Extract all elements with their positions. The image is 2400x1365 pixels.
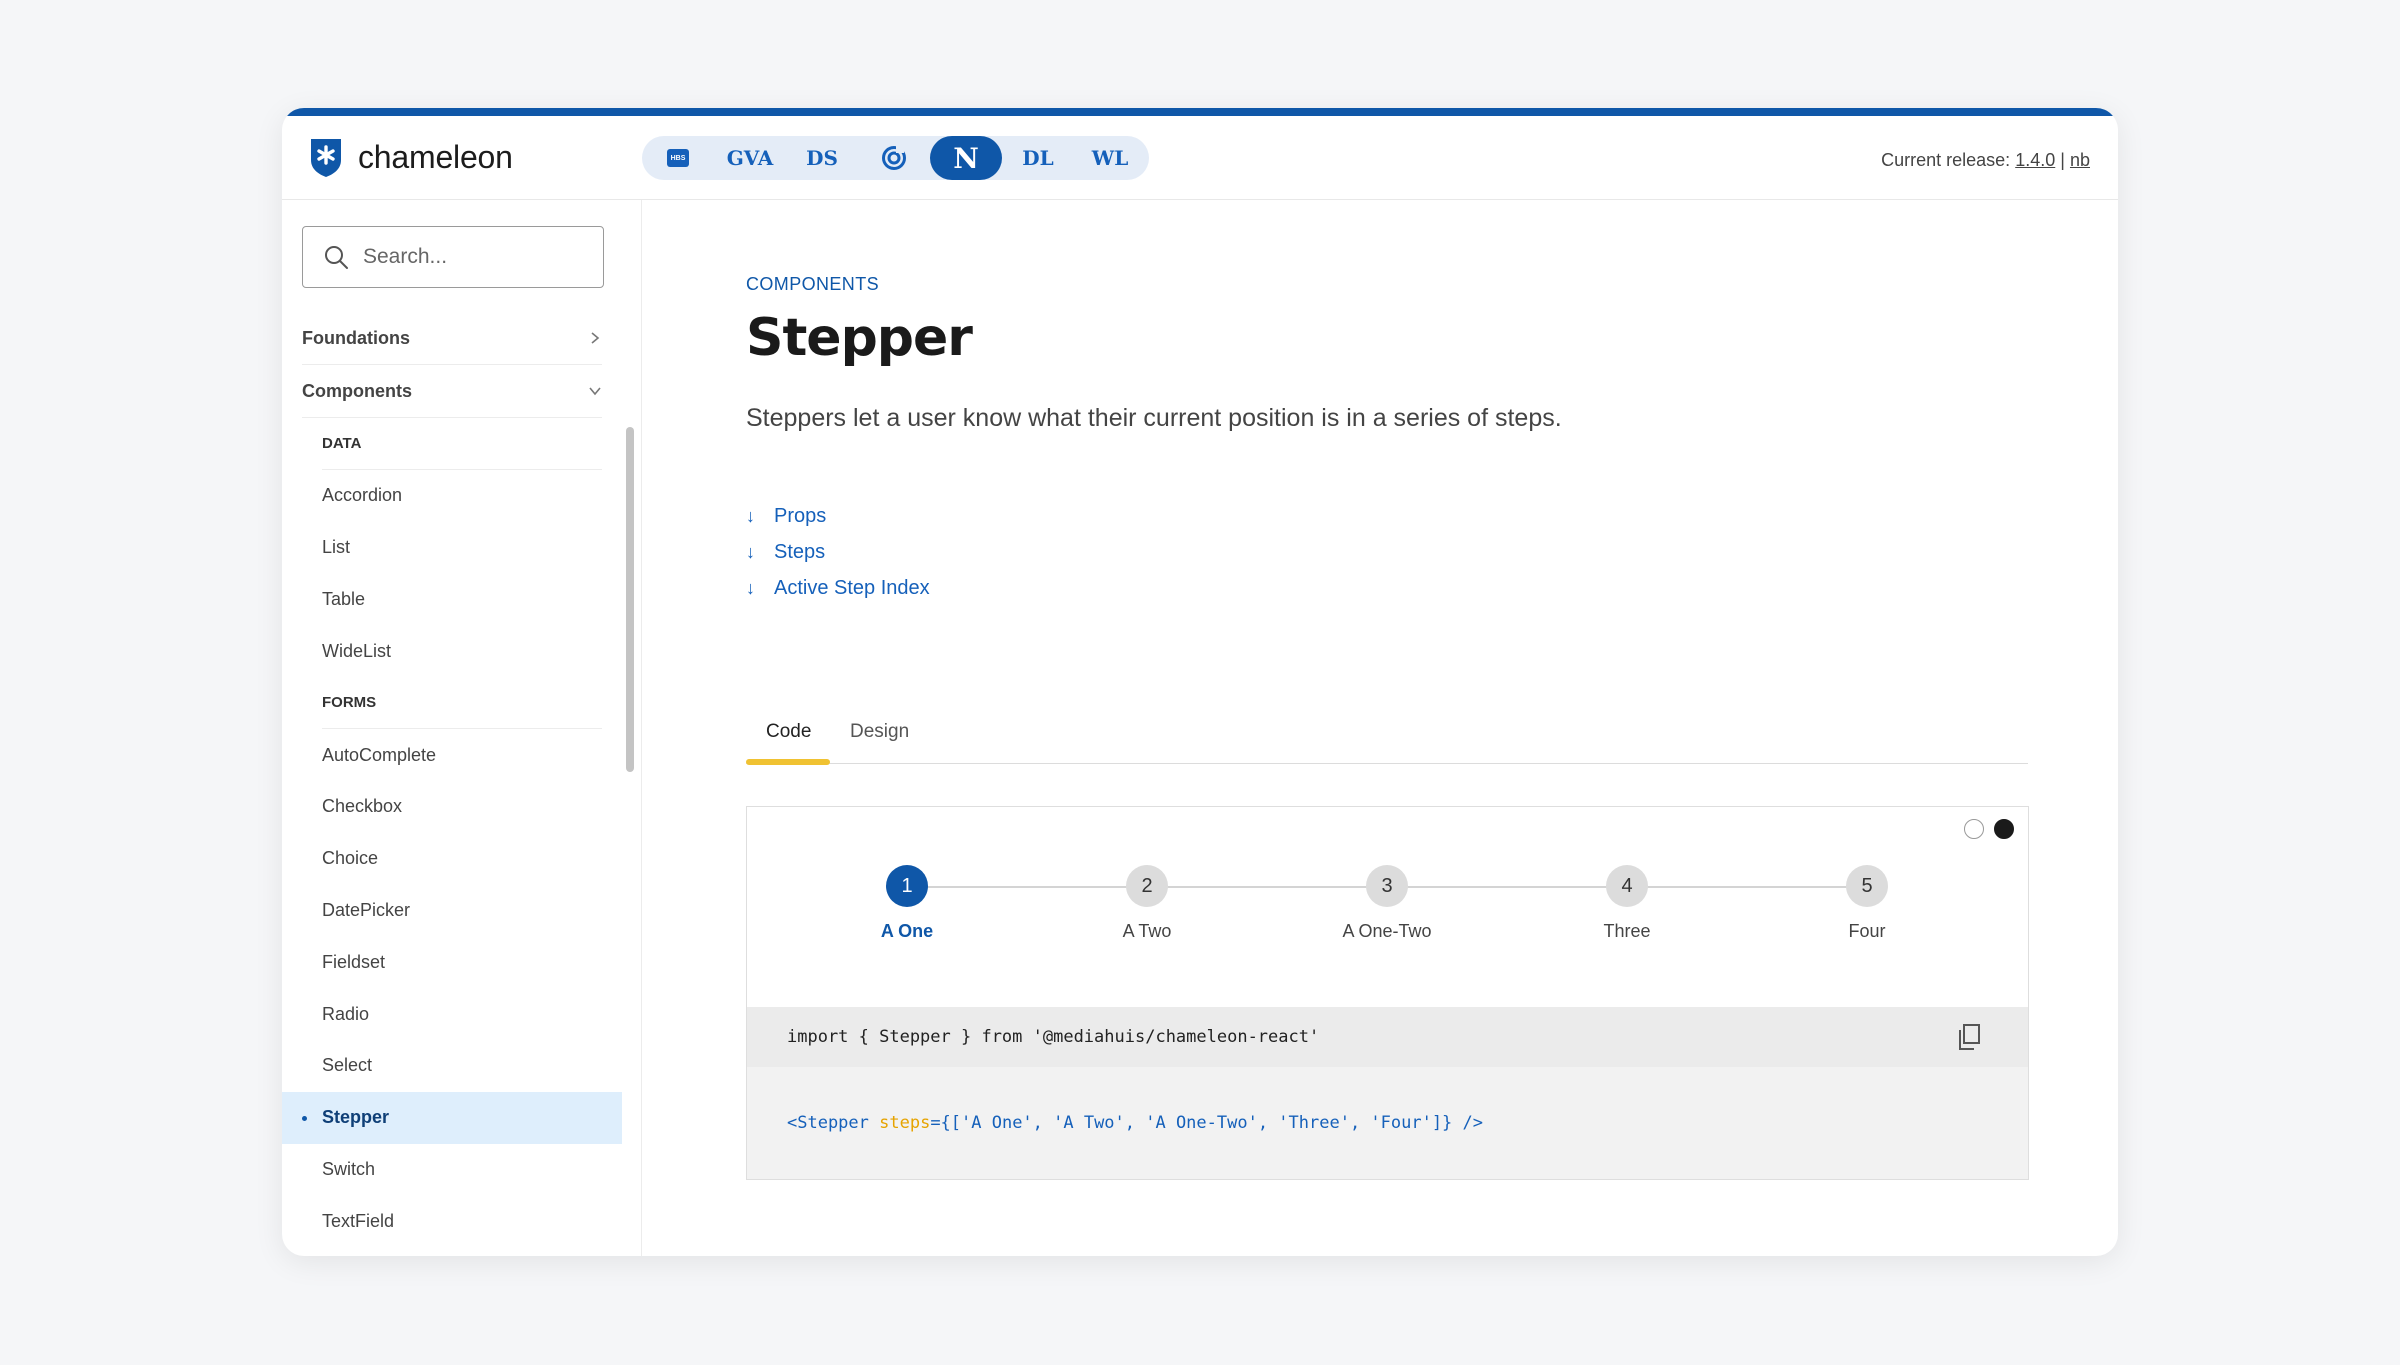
- main-content: COMPONENTS Stepper Steppers let a user k…: [646, 200, 2118, 1256]
- sidebar-group-label: Foundations: [302, 327, 410, 348]
- brand-n[interactable]: N: [930, 136, 1002, 180]
- code-usage-attr: steps: [879, 1113, 931, 1133]
- chevron-right-icon: [591, 332, 600, 344]
- arrow-down-icon: ↓: [746, 577, 755, 598]
- code-usage-block: <Stepper steps ={['A One', 'A Two', 'A On…: [747, 1067, 2028, 1179]
- brand-hbs[interactable]: HBS: [642, 136, 714, 180]
- step-number: 1: [886, 865, 928, 907]
- page-eyebrow: COMPONENTS: [746, 274, 880, 294]
- code-usage-value: ={['A One', 'A Two', 'A One-Two', 'Three…: [930, 1113, 1483, 1133]
- step-label: Four: [1848, 921, 1886, 941]
- release-label: Current release:: [1881, 150, 2011, 170]
- step-number: 3: [1366, 865, 1408, 907]
- step-number: 2: [1126, 865, 1168, 907]
- copy-icon[interactable]: [1956, 1023, 1982, 1051]
- toc-link-label: Active Step Index: [774, 576, 930, 599]
- sidebar-group-foundations[interactable]: Foundations: [302, 312, 602, 365]
- dark-theme-button[interactable]: [1994, 819, 2014, 839]
- sidebar-scrollbar[interactable]: [626, 427, 634, 772]
- toc-link-props[interactable]: ↓ Props: [746, 498, 930, 534]
- step-label: A Two: [1122, 921, 1172, 941]
- stepper-demo: 1 A One 2 A Two 3 A One-Two 4 Three 5 Fo…: [747, 865, 2028, 965]
- logo-text: chameleon: [358, 138, 513, 175]
- hbs-shield-icon: HBS: [667, 149, 689, 167]
- tabs: Code Design: [746, 700, 2028, 765]
- step-label: Three: [1603, 921, 1651, 941]
- release-info: Current release: 1.4.0 | nb: [1881, 150, 2090, 171]
- step-label: A One-Two: [1342, 921, 1432, 941]
- tab-code[interactable]: Code: [766, 700, 811, 764]
- code-import-text: import { Stepper } from '@mediahuis/cham…: [787, 1027, 1320, 1047]
- component-preview: 1 A One 2 A Two 3 A One-Two 4 Three 5 Fo…: [746, 806, 2029, 1180]
- step-item[interactable]: 5 Four: [1787, 865, 1947, 942]
- sidebar-nav: Foundations Components DATA Accordion Li…: [282, 312, 622, 1247]
- brand-dl[interactable]: DL: [1002, 136, 1074, 180]
- code-import-line: import { Stepper } from '@mediahuis/cham…: [747, 1007, 2028, 1067]
- toc-link-label: Props: [774, 504, 827, 527]
- top-accent-bar: [282, 108, 2118, 116]
- sidebar-item-radio[interactable]: Radio: [282, 988, 622, 1040]
- chameleon-shield-icon: [311, 139, 341, 177]
- theme-toggle: [1964, 819, 2014, 839]
- step-item[interactable]: 3 A One-Two: [1307, 865, 1467, 942]
- toc-link-active-step-index[interactable]: ↓ Active Step Index: [746, 570, 930, 606]
- light-theme-button[interactable]: [1964, 819, 1984, 839]
- page-lead: Steppers let a user know what their curr…: [746, 404, 1562, 432]
- app-window: chameleon HBS GVA DS N DL WL Current rel…: [282, 108, 2118, 1256]
- step-item[interactable]: 4 Three: [1547, 865, 1707, 942]
- release-version-link[interactable]: 1.4.0: [2015, 150, 2055, 170]
- sidebar-item-widelist[interactable]: WideList: [282, 625, 622, 677]
- brand-swirl[interactable]: [858, 136, 930, 180]
- sidebar-group-components[interactable]: Components: [302, 365, 602, 418]
- sidebar-item-stepper[interactable]: Stepper: [282, 1091, 622, 1144]
- sidebar-item-list[interactable]: List: [282, 522, 622, 574]
- search-input[interactable]: [363, 245, 583, 269]
- sidebar-item-fieldset[interactable]: Fieldset: [282, 936, 622, 988]
- header: chameleon HBS GVA DS N DL WL Current rel…: [282, 116, 2118, 200]
- sidebar: Foundations Components DATA Accordion Li…: [282, 200, 642, 1256]
- sidebar-item-switch[interactable]: Switch: [282, 1144, 622, 1196]
- swirl-logo-icon: [882, 145, 906, 170]
- toc-link-label: Steps: [774, 540, 826, 563]
- step-item[interactable]: 1 A One: [827, 865, 987, 942]
- sidebar-item-datepicker[interactable]: DatePicker: [282, 885, 622, 937]
- step-number: 4: [1606, 865, 1648, 907]
- active-tab-indicator: [746, 759, 830, 765]
- sidebar-section-data: DATA: [322, 418, 602, 470]
- brand-ds[interactable]: DS: [786, 136, 858, 180]
- sidebar-item-accordion[interactable]: Accordion: [282, 470, 622, 522]
- step-number: 5: [1846, 865, 1888, 907]
- sidebar-item-textfield[interactable]: TextField: [282, 1195, 622, 1247]
- search-icon: [325, 246, 348, 269]
- brand-gva[interactable]: GVA: [714, 136, 786, 180]
- page-title: Stepper: [746, 308, 973, 368]
- brand-switcher: HBS GVA DS N DL WL: [642, 136, 1149, 180]
- sidebar-item-choice[interactable]: Choice: [282, 833, 622, 885]
- arrow-down-icon: ↓: [746, 541, 755, 562]
- toc-link-steps[interactable]: ↓ Steps: [746, 534, 930, 570]
- locale-link[interactable]: nb: [2070, 150, 2090, 170]
- sidebar-item-table[interactable]: Table: [282, 574, 622, 626]
- sidebar-item-select[interactable]: Select: [282, 1040, 622, 1092]
- release-separator: |: [2060, 150, 2065, 170]
- sidebar-item-checkbox[interactable]: Checkbox: [282, 781, 622, 833]
- step-item[interactable]: 2 A Two: [1067, 865, 1227, 942]
- sidebar-item-autocomplete[interactable]: AutoComplete: [282, 729, 622, 781]
- sidebar-section-forms: FORMS: [322, 677, 602, 730]
- sidebar-group-label: Components: [302, 380, 412, 401]
- brand-wl[interactable]: WL: [1074, 136, 1146, 180]
- tab-design[interactable]: Design: [850, 700, 909, 764]
- table-of-contents: ↓ Props ↓ Steps ↓ Active Step Index: [746, 498, 930, 606]
- arrow-down-icon: ↓: [746, 505, 755, 526]
- code-usage-tag: <Stepper: [787, 1113, 880, 1133]
- search-box[interactable]: [302, 226, 604, 288]
- step-label: A One: [880, 921, 934, 941]
- chevron-down-icon: [589, 387, 601, 396]
- logo[interactable]: chameleon: [308, 136, 513, 178]
